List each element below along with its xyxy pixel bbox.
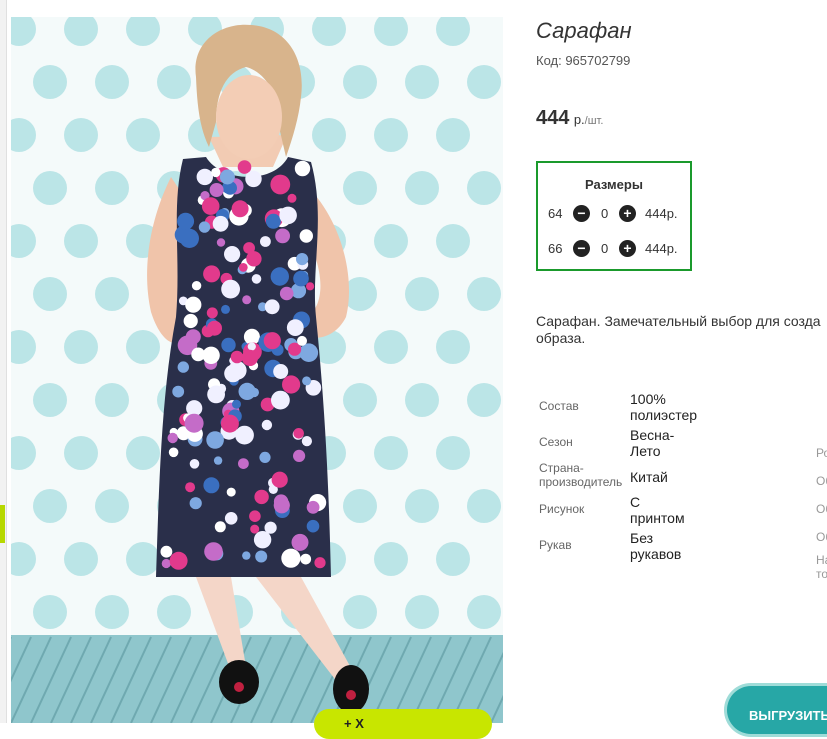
property-value: Без рукавов — [630, 530, 682, 562]
size-price: 444р. — [645, 241, 678, 256]
right-column-fragment: то — [816, 567, 827, 581]
price-currency: р. — [573, 112, 585, 127]
property-label: Страна-производитель — [539, 461, 623, 489]
size-label: 66 — [548, 241, 563, 256]
add-to-cart-button[interactable]: + Х — [314, 709, 492, 739]
product-photo[interactable] — [11, 17, 503, 723]
product-title: Сарафан — [536, 18, 632, 43]
property-value: Весна- Лето — [630, 427, 675, 459]
property-label: Рисунок — [539, 502, 585, 516]
property-value: Спринтом — [630, 494, 685, 526]
plus-circle-icon[interactable]: + — [619, 240, 636, 257]
right-column-fragment: Об — [816, 530, 827, 544]
plus-circle-icon[interactable]: + — [619, 205, 636, 222]
side-tab[interactable] — [0, 505, 5, 543]
size-selector: Размеры 64 − 0 + 444р. 66 − 0 + 444р. — [536, 161, 692, 271]
property-label: Состав — [539, 399, 579, 413]
description-line: образа. — [536, 330, 586, 346]
price-per-unit: /шт. — [584, 115, 604, 127]
export-button[interactable]: ВЫГРУЗИТЬ — [727, 686, 827, 734]
minus-circle-icon[interactable]: − — [573, 240, 590, 257]
right-column-fragment: Об — [816, 502, 827, 516]
quantity-value: 0 — [601, 206, 609, 221]
right-column-fragment: На — [816, 553, 827, 567]
price-value: 444 — [536, 107, 570, 129]
product-description: Сарафан. Замечательный выбор для созда о… — [536, 313, 827, 347]
size-label: 64 — [548, 206, 563, 221]
property-label: Рукав — [539, 538, 572, 552]
sizes-header: Размеры — [585, 177, 643, 192]
product-price: 444 р./шт. — [536, 107, 603, 130]
description-line: Сарафан. Замечательный выбор для созда — [536, 313, 821, 329]
property-label: Сезон — [539, 435, 573, 449]
size-price: 444р. — [645, 206, 678, 221]
property-value: 100% полиэстер — [630, 391, 698, 423]
property-value: Китай — [630, 469, 668, 485]
minus-circle-icon[interactable]: − — [573, 205, 590, 222]
quantity-value: 0 — [601, 241, 609, 256]
left-edge-strip — [0, 0, 7, 723]
right-column-fragment: Ро — [816, 446, 827, 460]
product-code: Код: 965702799 — [536, 53, 631, 68]
right-column-fragment: Об — [816, 474, 827, 488]
